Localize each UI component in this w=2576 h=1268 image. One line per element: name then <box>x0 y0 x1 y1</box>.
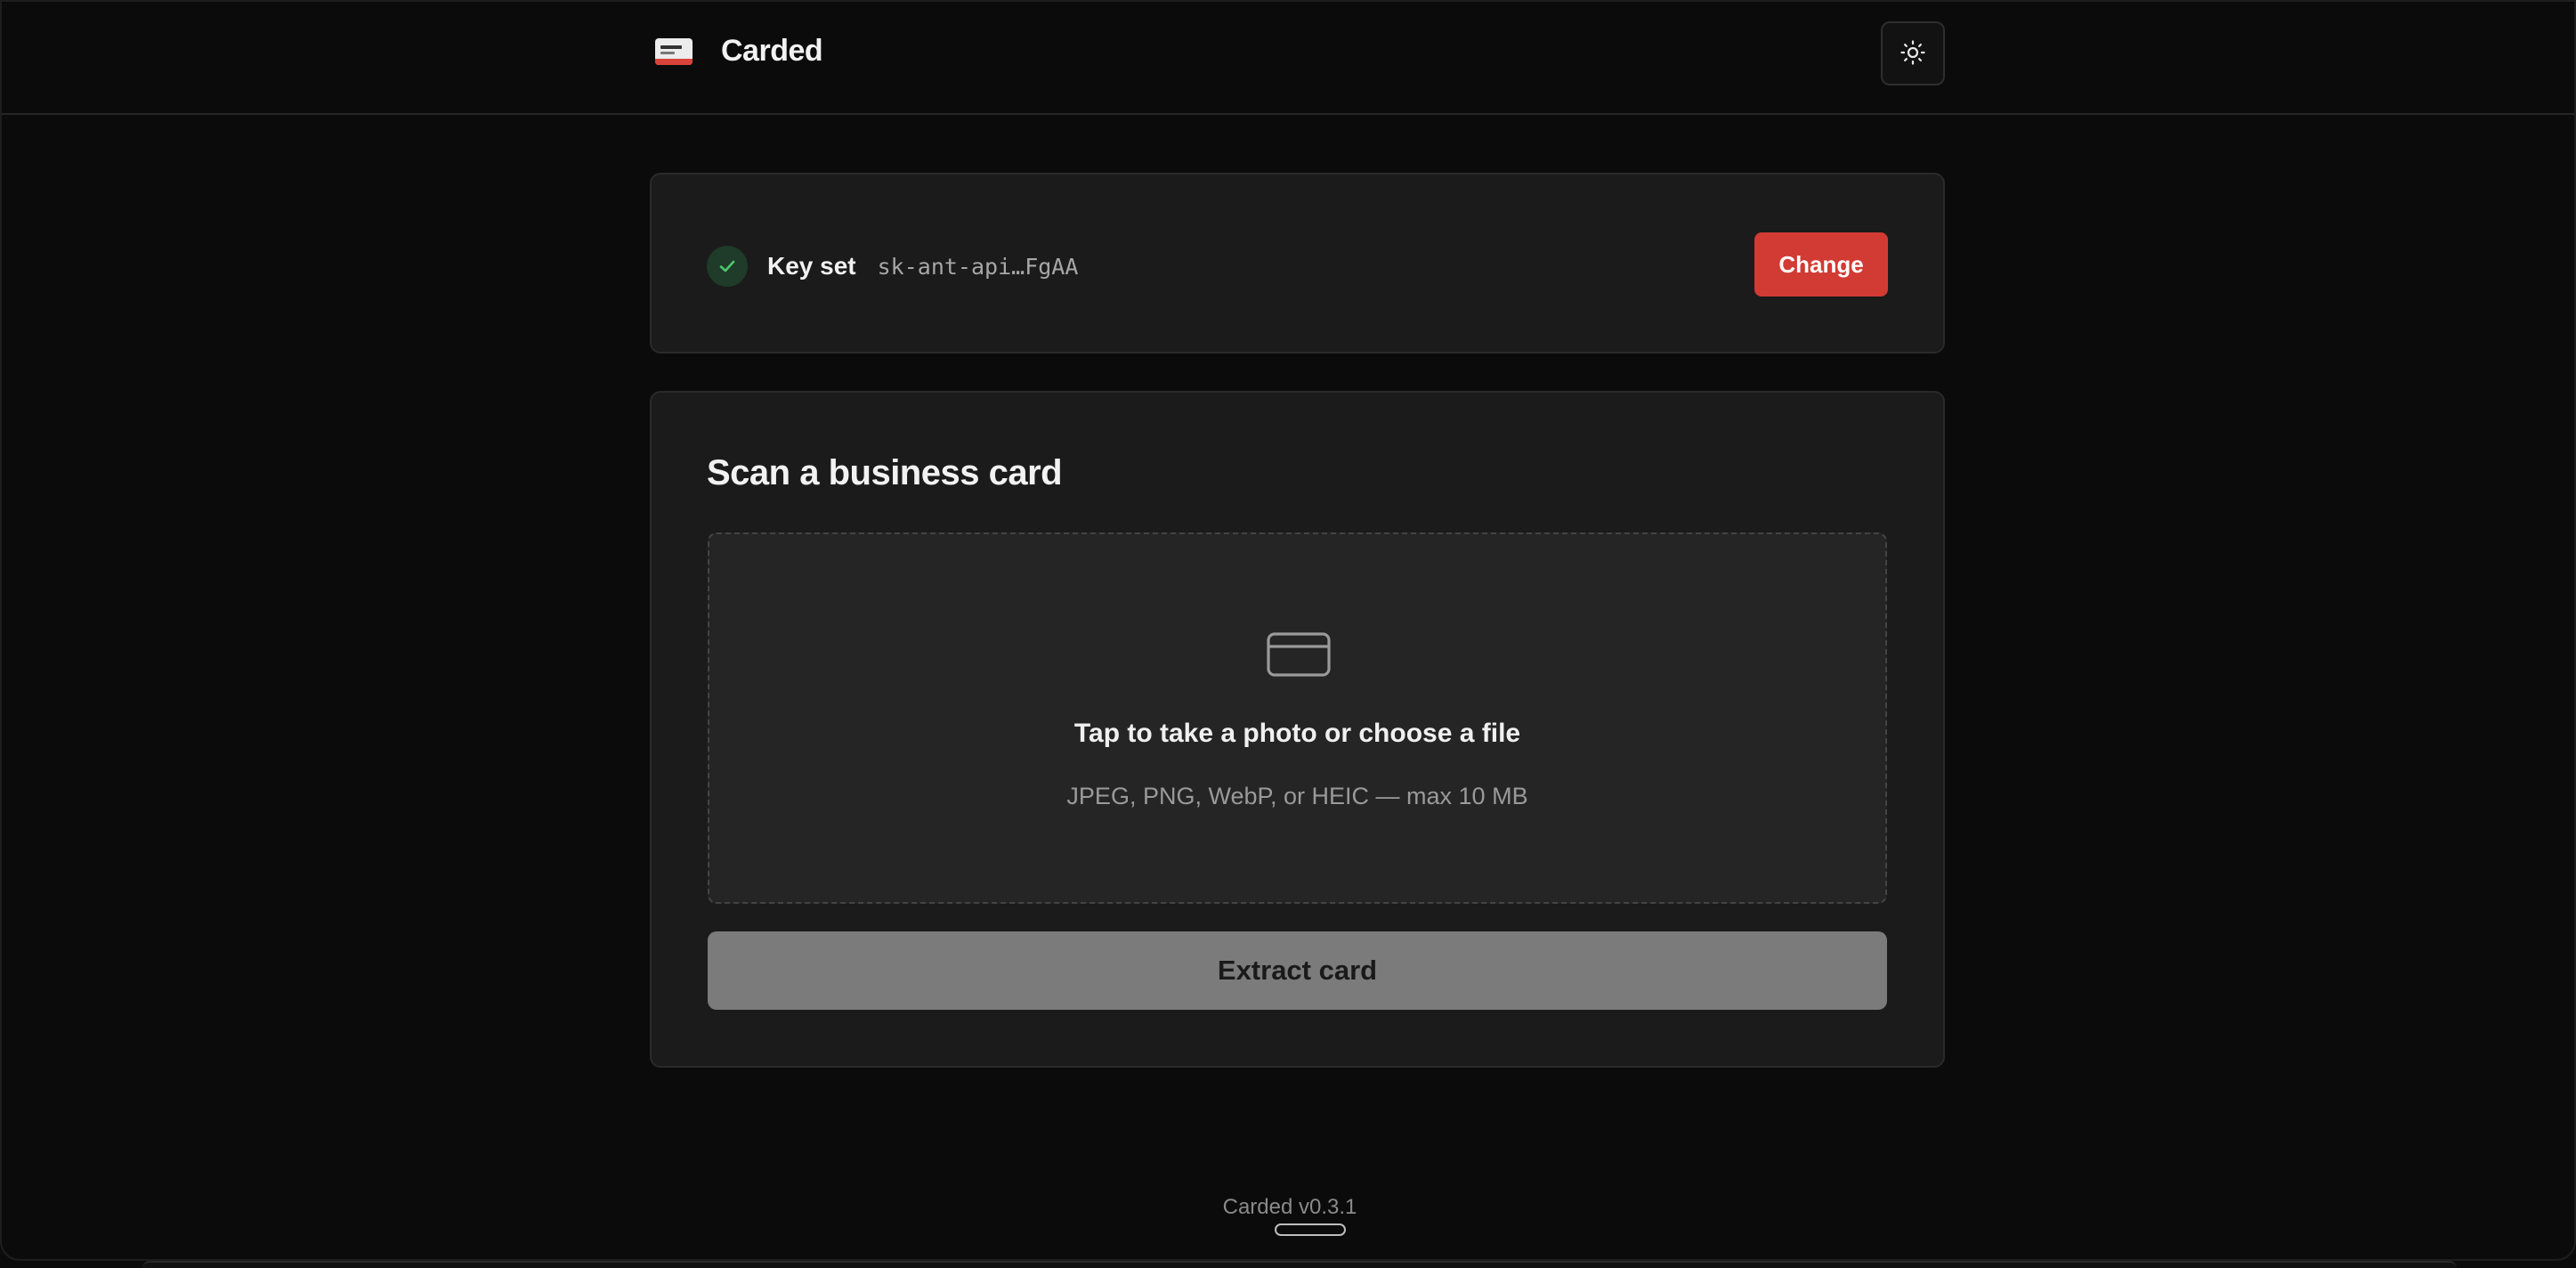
version-label: Carded v0.3.1 <box>1222 1195 1357 1219</box>
scan-card: Scan a business card Tap to take a photo… <box>650 391 1945 1068</box>
window-edge <box>142 1261 2457 1268</box>
app-title: Carded <box>721 34 823 68</box>
dropzone-title: Tap to take a photo or choose a file <box>1073 719 1521 748</box>
top-header: Carded <box>2 2 2574 115</box>
change-key-button[interactable]: Change <box>1754 232 1888 297</box>
home-indicator[interactable] <box>1275 1223 1346 1236</box>
theme-toggle-button[interactable] <box>1881 21 1945 85</box>
file-dropzone[interactable]: Tap to take a photo or choose a file JPE… <box>708 532 1887 904</box>
brand[interactable]: Carded <box>655 34 823 69</box>
api-key-status: Key set sk-ant-api…FgAA <box>707 246 1078 287</box>
app-window: Carded Key set sk-ant-api…FgAA Change Sc… <box>0 0 2576 1261</box>
sun-icon <box>1900 39 1926 69</box>
api-key-card: Key set sk-ant-api…FgAA Change <box>650 173 1945 354</box>
masked-api-key: sk-ant-api…FgAA <box>877 253 1079 280</box>
key-status-label: Key set <box>767 252 856 280</box>
business-card-logo-icon <box>655 37 693 65</box>
extract-card-button[interactable]: Extract card <box>708 931 1887 1010</box>
check-icon <box>707 246 748 287</box>
scan-title: Scan a business card <box>707 453 1063 492</box>
credit-card-icon <box>1267 632 1331 681</box>
dropzone-hint: JPEG, PNG, WebP, or HEIC — max 10 MB <box>1066 783 1528 809</box>
